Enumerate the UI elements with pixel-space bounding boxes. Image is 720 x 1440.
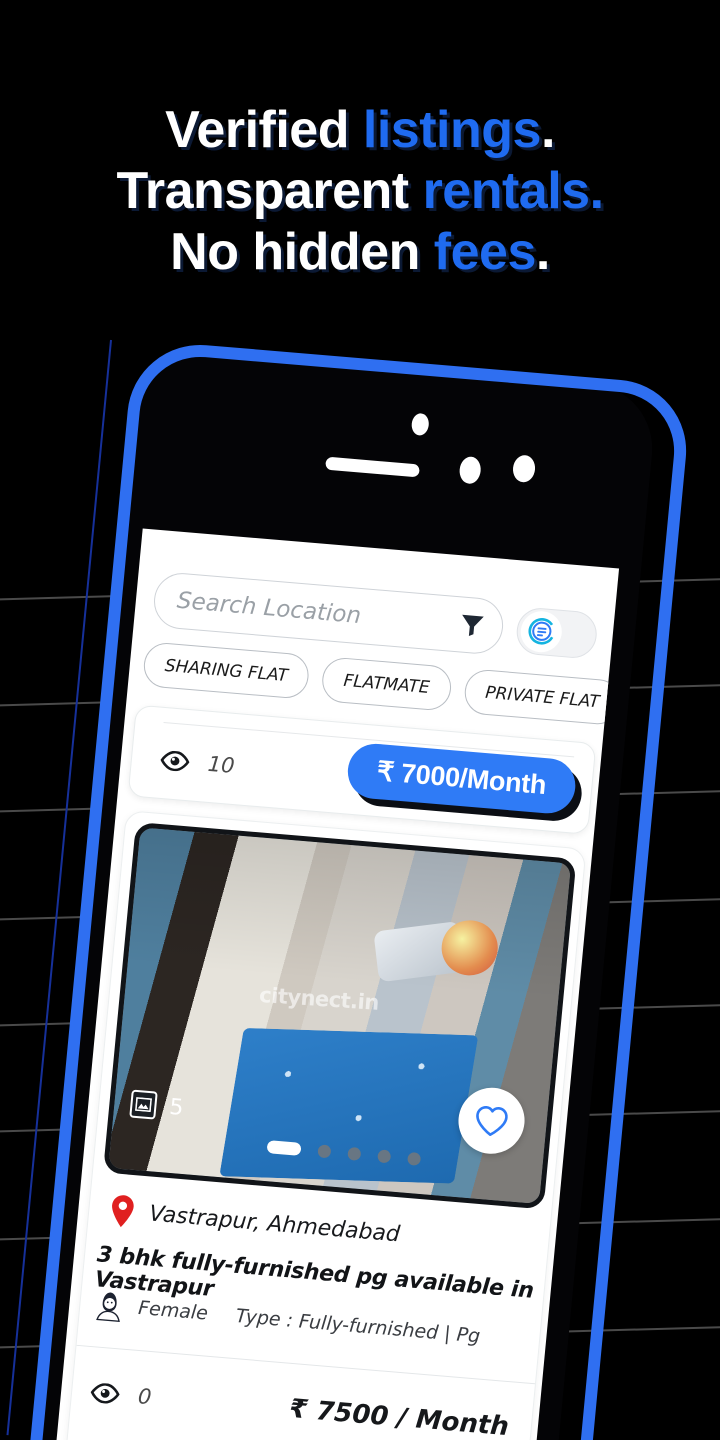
promo-screenshot: Verified listings. Transparent rentals. … [0,0,720,1440]
phone-mockup: Search Location SHARING FLAT FLATMATE PR… [23,339,693,1440]
headline-line-3: No hidden fees. [170,223,550,281]
headline-line-1: Verified listings. [165,101,555,159]
phone-frame-outline [23,339,693,1440]
headline: Verified listings. Transparent rentals. … [0,104,720,287]
headline-line-2: Transparent rentals. [116,162,604,220]
